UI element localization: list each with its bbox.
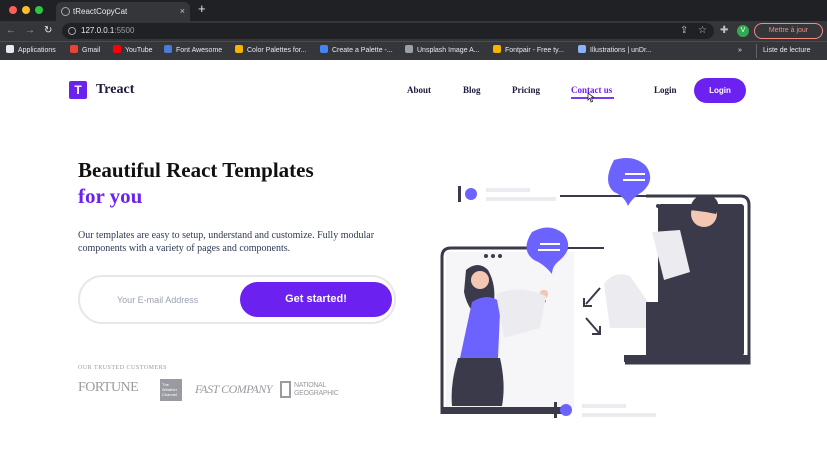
nav-login[interactable]: Login <box>654 85 677 95</box>
forward-arrow-icon[interactable]: → <box>25 24 35 38</box>
woman-pants <box>451 358 504 406</box>
bookmark-item[interactable]: Font Awesome <box>164 44 222 58</box>
hero-title: Beautiful React Templates <box>78 158 314 182</box>
hero-illustration <box>440 158 751 418</box>
email-input[interactable]: Your E-mail Address <box>117 295 198 305</box>
palette-icon <box>235 45 243 53</box>
apps-grid-icon <box>6 45 14 53</box>
address-bar[interactable]: 127.0.0.1:5500 ⇪ ☆ <box>62 23 714 39</box>
url-port: :5500 <box>114 26 135 35</box>
get-started-button[interactable]: Get started! <box>240 282 392 317</box>
close-window-icon[interactable] <box>9 6 17 14</box>
back-arrow-icon[interactable]: ← <box>6 24 16 38</box>
fortune-logo: FORTUNE <box>78 380 139 395</box>
bookmark-label: YouTube <box>125 47 153 54</box>
arrow-down-left <box>585 287 601 305</box>
weather-channel-logo: The Weather Channel <box>160 379 182 401</box>
desk-top <box>646 336 733 356</box>
flag-icon <box>164 45 172 53</box>
extensions-puzzle-icon[interactable]: ✚ <box>720 24 728 38</box>
coolors-icon <box>320 45 328 53</box>
accent-dot-top <box>465 188 477 200</box>
site-info-icon[interactable] <box>68 27 76 35</box>
bookmark-item[interactable]: Unsplash Image A... <box>405 44 480 58</box>
fast-company-logo: FAST COMPANY <box>195 382 273 396</box>
gmail-icon <box>70 45 78 53</box>
national-geographic-logo: NATIONAL GEOGRAPHIC <box>280 380 342 400</box>
brand-name[interactable]: Treact <box>96 82 134 98</box>
left-bar-top <box>458 186 461 202</box>
browser-chrome: tReactCopyCat × + ← → ↻ 127.0.0.1:5500 ⇪… <box>0 0 827 60</box>
url-host: 127.0.0.1 <box>81 26 115 35</box>
accent-dot-bottom <box>560 404 572 416</box>
speech-bubble-top <box>608 158 651 206</box>
unsplash-icon <box>405 45 413 53</box>
fontpair-icon <box>493 45 501 53</box>
trusted-customers-heading: OUR TRUSTED CUSTOMERS <box>78 365 167 371</box>
browser-tab[interactable]: tReactCopyCat × <box>56 2 190 21</box>
man-body <box>686 233 732 302</box>
bookmark-label: Fontpair - Free ty... <box>505 47 564 54</box>
desk-shadow <box>624 355 749 362</box>
close-tab-icon[interactable]: × <box>180 2 185 21</box>
login-button[interactable]: Login <box>694 78 746 103</box>
bookmark-label: Illustrations | unDr... <box>590 47 652 54</box>
bookmarks-bar: Applications Gmail YouTube Font Awesome … <box>0 41 827 60</box>
bookmark-label: Create a Palette -... <box>332 47 393 54</box>
bookmark-item[interactable]: Create a Palette -... <box>320 44 393 58</box>
bookmark-item[interactable]: YouTube <box>113 44 153 58</box>
arrow-down-right <box>585 317 601 335</box>
undraw-icon <box>578 45 586 53</box>
share-icon[interactable]: ⇪ <box>680 24 688 38</box>
youtube-icon <box>113 45 121 53</box>
reading-list-button[interactable]: Liste de lecture <box>756 44 810 58</box>
chair-light <box>604 274 648 328</box>
bookmark-item[interactable]: Illustrations | unDr... <box>578 44 652 58</box>
maximize-window-icon[interactable] <box>35 6 43 14</box>
globe-icon <box>61 7 70 16</box>
browser-toolbar: ← → ↻ 127.0.0.1:5500 ⇪ ☆ ✚ V Mettre à jo… <box>0 21 827 41</box>
bookmark-label: Gmail <box>82 47 101 54</box>
hero-title-accent: for you <box>78 184 143 208</box>
bookmark-item[interactable]: Fontpair - Free ty... <box>493 44 564 58</box>
profile-avatar[interactable]: V <box>737 25 749 37</box>
new-tab-plus-icon[interactable]: + <box>198 1 206 16</box>
bookmark-item[interactable]: Gmail <box>70 44 100 58</box>
logo-icon[interactable]: T <box>69 81 87 99</box>
nav-about[interactable]: About <box>407 85 431 95</box>
woman-head <box>471 271 489 289</box>
bookmark-item[interactable]: Color Palettes for... <box>235 44 307 58</box>
bookmark-label: Unsplash Image A... <box>417 47 480 54</box>
nav-blog[interactable]: Blog <box>463 85 481 95</box>
bookmark-label: Applications <box>18 47 56 54</box>
update-button[interactable]: Mettre à jour <box>754 23 823 39</box>
text-line <box>486 197 556 201</box>
nav-pricing[interactable]: Pricing <box>512 85 540 95</box>
cursor-pointer-icon <box>587 92 594 103</box>
tab-title: tReactCopyCat <box>73 7 128 16</box>
text-line <box>486 188 530 192</box>
more-bookmarks-icon[interactable]: » <box>738 44 742 58</box>
minimize-window-icon[interactable] <box>22 6 30 14</box>
bookmark-label: Color Palettes for... <box>247 47 307 54</box>
signup-form: Your E-mail Address Get started! <box>78 275 396 324</box>
natgeo-frame-icon <box>280 381 291 398</box>
bookmark-item[interactable]: Applications <box>6 44 56 58</box>
floor-line <box>442 407 568 414</box>
bookmark-star-icon[interactable]: ☆ <box>698 24 707 38</box>
bookmark-label: Font Awesome <box>176 47 223 54</box>
natgeo-text: NATIONAL GEOGRAPHIC <box>294 382 339 397</box>
hero-description: Our templates are easy to setup, underst… <box>78 230 375 254</box>
reload-icon[interactable]: ↻ <box>44 24 52 38</box>
